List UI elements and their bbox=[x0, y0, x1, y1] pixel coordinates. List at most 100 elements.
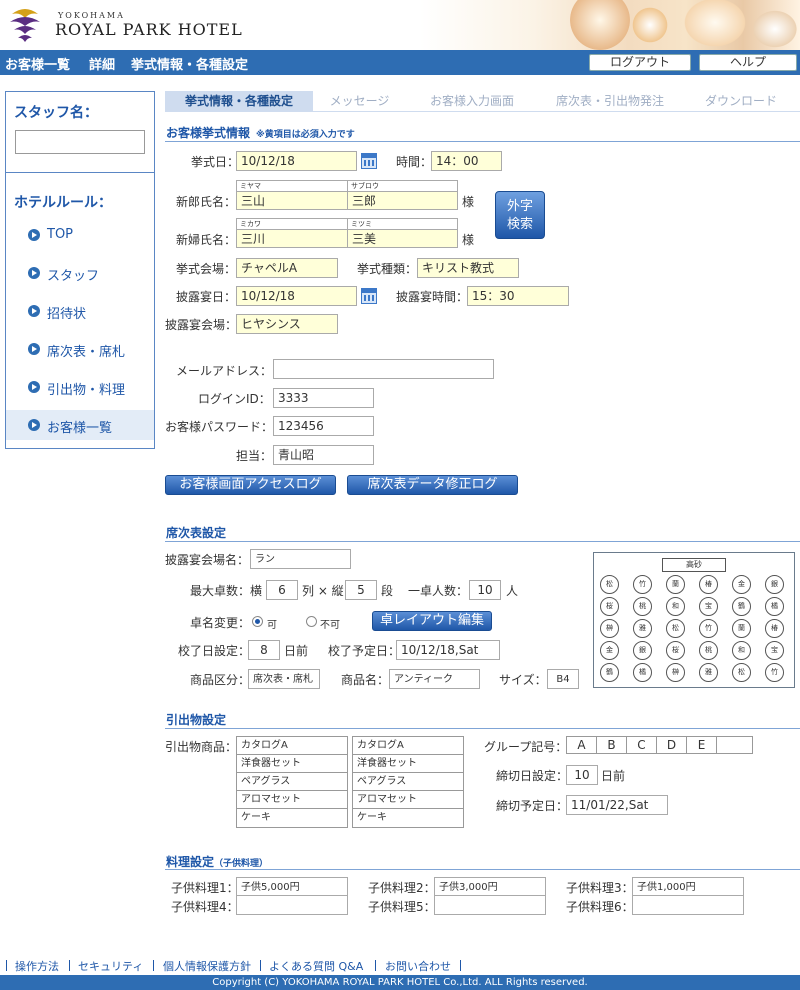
columns-input[interactable]: 6 bbox=[266, 580, 298, 600]
child-meal-input[interactable] bbox=[236, 895, 348, 915]
footer-link-privacy[interactable]: 個人情報保護方針 bbox=[163, 958, 251, 974]
hotel-logo-icon bbox=[10, 9, 40, 42]
footer-link-security[interactable]: セキュリティ bbox=[78, 958, 143, 974]
group-code-input[interactable]: D bbox=[656, 736, 687, 754]
calendar-icon[interactable] bbox=[361, 153, 377, 169]
group-code-input[interactable]: A bbox=[566, 736, 597, 754]
child-meal-input[interactable]: 子供5,000円 bbox=[236, 877, 348, 897]
groom-last-name-input[interactable]: 三山 bbox=[236, 191, 348, 210]
ceremony-type-input[interactable]: キリスト教式 bbox=[417, 258, 519, 278]
seat-table: 和 bbox=[666, 597, 685, 616]
customer-password-field[interactable]: 123456 bbox=[273, 416, 374, 436]
category-input[interactable]: 席次表・席札 bbox=[248, 669, 320, 689]
groom-first-name-input[interactable]: 三郎 bbox=[347, 191, 458, 210]
list-item[interactable]: ペアグラス bbox=[237, 773, 347, 791]
list-item[interactable]: ケーキ bbox=[353, 809, 463, 827]
calendar-icon[interactable] bbox=[361, 288, 377, 304]
help-button[interactable]: ヘルプ bbox=[699, 54, 797, 71]
hall-name-label: 披露宴会場名： bbox=[165, 553, 250, 567]
login-id-field[interactable]: 3333 bbox=[273, 388, 374, 408]
seat-table: 桜 bbox=[600, 597, 619, 616]
seat-table: 蘭 bbox=[666, 575, 685, 594]
seat-table: 橘 bbox=[765, 597, 784, 616]
sidebar-item-top[interactable]: TOP bbox=[6, 220, 154, 250]
tab-ceremony-settings[interactable]: 挙式情報・各種設定 bbox=[165, 91, 313, 111]
seat-data-log-button[interactable]: 席次表データ修正ログ bbox=[347, 475, 518, 495]
list-item[interactable]: カタログA bbox=[237, 737, 347, 755]
ceremony-date-input[interactable]: 10/12/18 bbox=[236, 151, 357, 171]
rename-deny-radio[interactable] bbox=[306, 616, 317, 627]
ceremony-type-label: 挙式種類： bbox=[357, 262, 418, 276]
child-meal-input[interactable] bbox=[632, 895, 744, 915]
access-log-button[interactable]: お客様画面アクセスログ bbox=[165, 475, 336, 495]
venue-input[interactable]: チャペルA bbox=[236, 258, 338, 278]
per-table-input[interactable]: 10 bbox=[469, 580, 501, 600]
reception-time-input[interactable]: 15：30 bbox=[467, 286, 569, 306]
group-code-input[interactable]: C bbox=[626, 736, 657, 754]
footer-link-contact[interactable]: お問い合わせ bbox=[385, 958, 451, 974]
gaiji-search-button[interactable]: 外字 検索 bbox=[495, 191, 545, 239]
group-code-input[interactable]: B bbox=[596, 736, 627, 754]
seat-table: 蘭 bbox=[732, 619, 751, 638]
list-item[interactable]: アロマセット bbox=[237, 791, 347, 809]
deadline-due-input[interactable]: 11/01/22,Sat bbox=[566, 795, 668, 815]
seat-table: 桜 bbox=[666, 641, 685, 660]
group-code-input[interactable]: E bbox=[686, 736, 717, 754]
list-item[interactable]: 洋食器セット bbox=[353, 755, 463, 773]
section-divider bbox=[165, 541, 800, 542]
tab-seating-order[interactable]: 席次表・引出物発注 bbox=[538, 91, 682, 111]
sidebar-item-seating[interactable]: 席次表・席札 bbox=[6, 334, 154, 364]
bride-last-name-input[interactable]: 三川 bbox=[236, 229, 348, 248]
email-field[interactable] bbox=[273, 359, 494, 379]
ceremony-section-title: お客様挙式情報 ※黄項目は必須入力です bbox=[166, 124, 355, 141]
size-input[interactable]: B4 bbox=[547, 669, 579, 689]
group-code-input[interactable] bbox=[716, 736, 753, 754]
footer-link-faq[interactable]: よくある質問 Q&A bbox=[269, 958, 363, 974]
list-item[interactable]: 洋食器セット bbox=[237, 755, 347, 773]
rows-unit: 段 bbox=[381, 584, 394, 598]
required-note: ※黄項目は必須入力です bbox=[256, 130, 355, 140]
sidebar-item-staff[interactable]: スタッフ bbox=[6, 258, 154, 288]
product-name-input[interactable]: アンティーク bbox=[389, 669, 480, 689]
bride-first-name-input[interactable]: 三美 bbox=[347, 229, 458, 248]
tab-message[interactable]: メッセージ bbox=[313, 91, 406, 111]
section-divider bbox=[165, 141, 800, 142]
rows-input[interactable]: 5 bbox=[345, 580, 377, 600]
breadcrumb-detail[interactable]: 詳細 bbox=[89, 54, 115, 73]
proof-days-input[interactable]: 8 bbox=[248, 640, 280, 660]
deadline-days-input[interactable]: 10 bbox=[566, 765, 598, 785]
staff-in-charge-field[interactable]: 青山昭 bbox=[273, 445, 374, 465]
category-label: 商品区分： bbox=[190, 673, 251, 687]
tab-download[interactable]: ダウンロード bbox=[682, 91, 800, 111]
tab-customer-input[interactable]: お客様入力画面 bbox=[406, 91, 538, 111]
child-meal-input[interactable]: 子供3,000円 bbox=[434, 877, 546, 897]
sidebar-item-invitation[interactable]: 招待状 bbox=[6, 296, 154, 326]
ceremony-time-label: 時間： bbox=[396, 155, 433, 169]
rename-allow-radio[interactable] bbox=[252, 616, 263, 627]
cuisine-subtitle: （子供料理） bbox=[214, 859, 269, 869]
proof-date-label: 校了日設定： bbox=[178, 644, 251, 658]
logout-button[interactable]: ログアウト bbox=[589, 54, 691, 71]
sidebar-item-gifts-cuisine[interactable]: 引出物・料理 bbox=[6, 372, 154, 402]
child-meal-input[interactable]: 子供1,000円 bbox=[632, 877, 744, 897]
list-item[interactable]: ペアグラス bbox=[353, 773, 463, 791]
table-layout-edit-button[interactable]: 卓レイアウト編集 bbox=[372, 611, 492, 631]
reception-date-input[interactable]: 10/12/18 bbox=[236, 286, 357, 306]
breadcrumb-customer-list[interactable]: お客様一覧 bbox=[5, 54, 70, 73]
staff-name-input[interactable] bbox=[15, 130, 145, 154]
sidebar-item-customer-list[interactable]: お客様一覧 bbox=[6, 410, 154, 440]
child-meal-input[interactable] bbox=[434, 895, 546, 915]
list-item[interactable]: カタログA bbox=[353, 737, 463, 755]
max-tables-label: 最大卓数：横 bbox=[190, 584, 263, 598]
proof-due-input[interactable]: 10/12/18,Sat bbox=[396, 640, 500, 660]
section-divider bbox=[165, 728, 800, 729]
reception-venue-input[interactable]: ヒヤシンス bbox=[236, 314, 338, 334]
list-item[interactable]: アロマセット bbox=[353, 791, 463, 809]
ceremony-time-input[interactable]: 14：00 bbox=[431, 151, 502, 171]
site-header: YOKOHAMA ROYAL PARK HOTEL bbox=[0, 0, 800, 50]
arrow-bullet-icon bbox=[28, 305, 40, 317]
footer-link-howto[interactable]: 操作方法 bbox=[15, 958, 59, 974]
logo-hotel-name: ROYAL PARK HOTEL bbox=[55, 20, 243, 39]
list-item[interactable]: ケーキ bbox=[237, 809, 347, 827]
hall-name-input[interactable]: ラン bbox=[250, 549, 351, 569]
